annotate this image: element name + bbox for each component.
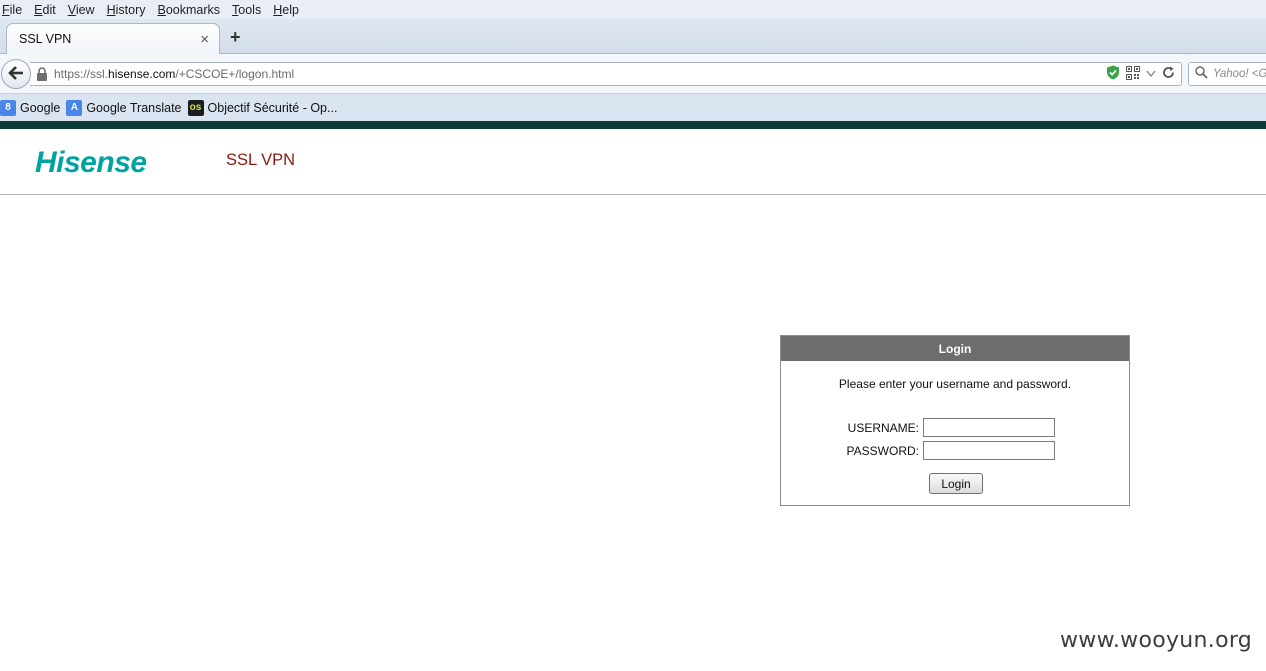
- username-input[interactable]: [923, 418, 1055, 437]
- lock-icon: [36, 67, 48, 81]
- bookmark-item[interactable]: A Google Translate: [66, 99, 182, 116]
- hisense-logo: Hisense: [35, 146, 147, 179]
- bookmarks-toolbar: 8 Google A Google Translate os Objectif Sécur…: [0, 94, 1266, 121]
- menu-help[interactable]: Help: [272, 3, 300, 17]
- menu-history[interactable]: History: [106, 3, 147, 17]
- menu-file[interactable]: File: [1, 3, 23, 17]
- menu-bookmarks[interactable]: Bookmarks: [157, 3, 222, 17]
- login-panel: Login Please enter your username and pas…: [780, 335, 1130, 506]
- back-arrow-icon: [8, 65, 24, 83]
- close-tab-icon[interactable]: ×: [200, 32, 209, 47]
- tab-title: SSL VPN: [19, 32, 72, 46]
- dropdown-icon[interactable]: [1146, 67, 1156, 81]
- search-icon: [1195, 66, 1208, 82]
- watermark: www.wooyun.org: [1060, 628, 1253, 653]
- reload-icon[interactable]: [1162, 66, 1175, 82]
- menu-view[interactable]: View: [67, 3, 96, 17]
- translate-icon: A: [66, 99, 83, 116]
- qr-code-icon[interactable]: [1126, 65, 1140, 83]
- password-label: PASSWORD:: [846, 443, 919, 458]
- username-row: USERNAME:: [781, 418, 1129, 437]
- tab-ssl-vpn[interactable]: SSL VPN ×: [6, 23, 220, 54]
- bookmark-item[interactable]: os Objectif Sécurité - Op...: [187, 99, 338, 116]
- search-bar[interactable]: Yahoo! <G: [1188, 62, 1266, 86]
- url-bar[interactable]: https://ssl.hisense.com/+CSCOE+/logon.ht…: [30, 62, 1182, 86]
- bookmark-item[interactable]: 8 Google: [0, 99, 61, 116]
- login-prompt: Please enter your username and password.: [838, 377, 1072, 391]
- menu-bar: File Edit View History Bookmarks Tools Help: [0, 0, 1266, 19]
- back-button[interactable]: [1, 59, 31, 89]
- tab-strip: SSL VPN × +: [0, 19, 1266, 54]
- new-tab-icon[interactable]: +: [230, 28, 241, 46]
- bookmark-label: Objectif Sécurité - Op...: [207, 100, 338, 115]
- password-input[interactable]: [923, 441, 1055, 460]
- username-label: USERNAME:: [847, 420, 919, 435]
- nav-bar: https://ssl.hisense.com/+CSCOE+/logon.ht…: [0, 54, 1266, 94]
- password-row: PASSWORD:: [781, 441, 1129, 460]
- bookmark-label: Google: [20, 100, 61, 115]
- url-text: https://ssl.hisense.com/+CSCOE+/logon.ht…: [54, 67, 295, 81]
- top-stripe: [0, 121, 1266, 129]
- page-header: Hisense SSL VPN: [0, 129, 1266, 195]
- shield-icon[interactable]: [1106, 65, 1120, 83]
- menu-tools[interactable]: Tools: [231, 3, 262, 17]
- menu-edit[interactable]: Edit: [33, 3, 57, 17]
- login-button[interactable]: Login: [929, 473, 983, 494]
- login-heading: Login: [781, 336, 1129, 361]
- search-placeholder: Yahoo! <G: [1213, 68, 1266, 80]
- google-icon: 8: [0, 99, 16, 116]
- bookmark-label: Google Translate: [86, 100, 182, 115]
- os-icon: os: [187, 99, 204, 116]
- page-title: SSL VPN: [226, 151, 296, 169]
